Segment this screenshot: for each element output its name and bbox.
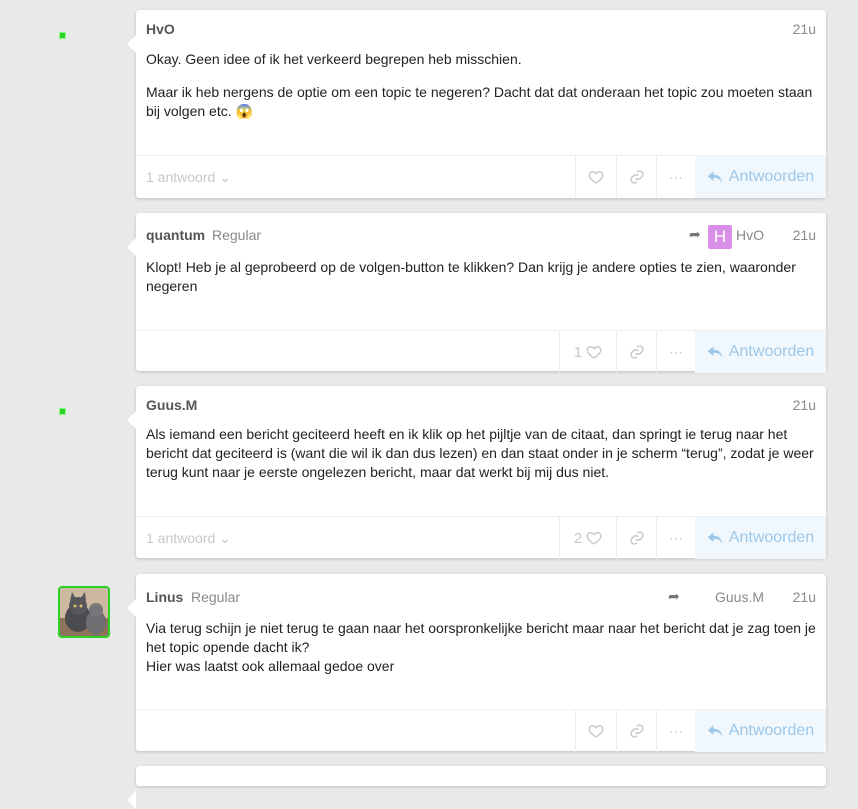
ellipsis-icon: ⋯ [669, 722, 683, 739]
online-indicator [59, 32, 66, 39]
share-arrow-icon: ➦ [668, 588, 680, 604]
reply-to-user[interactable]: Guus.M [715, 589, 764, 605]
replies-toggle[interactable]: 1 antwoord ⌄ [146, 169, 231, 186]
post-actions: 1 antwoord ⌄ 2 ⋯ Antwoorden [136, 516, 826, 559]
user-title: Regular [191, 589, 241, 605]
heart-icon [586, 345, 602, 359]
share-link-button[interactable] [616, 331, 657, 373]
post-paragraph: Via terug schijn je niet terug te gaan n… [146, 620, 816, 655]
like-count[interactable]: 1 [574, 344, 582, 361]
post-username[interactable]: Guus.M [146, 397, 197, 413]
heart-icon [588, 170, 604, 184]
share-link-button[interactable] [616, 156, 657, 198]
post-actions: ⋯ Antwoorden [136, 709, 826, 752]
post-username[interactable]: quantum [146, 227, 205, 243]
post-body: Okay. Geen idee of ik het verkeerd begre… [146, 50, 816, 121]
replies-toggle[interactable]: 1 antwoord ⌄ [146, 530, 231, 547]
like-button[interactable] [575, 156, 616, 198]
post-username[interactable]: Linus [146, 589, 183, 605]
chevron-down-icon: ⌄ [219, 169, 231, 185]
link-icon [630, 170, 644, 184]
post-paragraph: Maar ik heb nergens de optie om een topi… [146, 84, 813, 119]
reply-arrow-icon [707, 725, 722, 737]
more-button[interactable]: ⋯ [656, 710, 695, 752]
post-hvo: HvO 21u Okay. Geen idee of ik het verkee… [127, 10, 826, 198]
post-date[interactable]: 21u [793, 397, 816, 413]
post-body: Via terug schijn je niet terug te gaan n… [146, 619, 816, 676]
post-actions: 1 antwoord ⌄ ⋯ Antwoorden [136, 155, 826, 198]
share-arrow-icon: ➦ [689, 226, 701, 242]
avatar-linus[interactable] [58, 586, 110, 638]
post-body: Als iemand een bericht geciteerd heeft e… [146, 425, 816, 482]
more-button[interactable]: ⋯ [656, 331, 695, 373]
post-username[interactable]: HvO [146, 21, 175, 37]
chevron-down-icon: ⌄ [219, 530, 231, 546]
like-button[interactable]: 1 [559, 331, 616, 373]
post-linus: Linus Regular ➦ Guus.M 21u Via terug sch… [127, 574, 826, 752]
post-paragraph: Okay. Geen idee of ik het verkeerd begre… [146, 51, 522, 67]
post-body: Klopt! Heb je al geprobeerd op de volgen… [146, 258, 816, 296]
post-date[interactable]: 21u [793, 227, 816, 243]
post-next [127, 766, 826, 809]
ellipsis-icon: ⋯ [669, 168, 683, 185]
post-paragraph: Hier was laatst ook allemaal gedoe over [146, 658, 395, 674]
post-actions: 1 ⋯ Antwoorden [136, 330, 826, 373]
user-title: Regular [212, 227, 262, 243]
share-link-button[interactable] [616, 517, 657, 559]
post-date[interactable]: 21u [793, 589, 816, 605]
online-indicator [59, 408, 66, 415]
post-quantum: quantum Regular ➦ H HvO 21u Klopt! Heb j… [127, 213, 826, 373]
link-icon [630, 724, 644, 738]
reply-arrow-icon [707, 532, 722, 544]
reply-to-avatar[interactable]: H [708, 225, 732, 249]
like-count[interactable]: 2 [574, 530, 582, 547]
more-button[interactable]: ⋯ [656, 517, 695, 559]
post-date[interactable]: 21u [793, 21, 816, 37]
reply-button[interactable]: Antwoorden [695, 156, 826, 198]
reply-button[interactable]: Antwoorden [695, 710, 826, 752]
heart-icon [588, 724, 604, 738]
share-link-button[interactable] [616, 710, 657, 752]
reply-arrow-icon [707, 346, 722, 358]
more-button[interactable]: ⋯ [656, 156, 695, 198]
ellipsis-icon: ⋯ [669, 343, 683, 360]
reply-arrow-icon [707, 171, 722, 183]
link-icon [630, 345, 644, 359]
reply-to-user[interactable]: HvO [736, 227, 764, 243]
like-button[interactable]: 2 [559, 517, 616, 559]
like-button[interactable] [575, 710, 616, 752]
post-paragraph: Klopt! Heb je al geprobeerd op de volgen… [146, 259, 796, 294]
ellipsis-icon: ⋯ [669, 529, 683, 546]
heart-icon [586, 531, 602, 545]
reply-button[interactable]: Antwoorden [695, 517, 826, 559]
post-paragraph: Als iemand een bericht geciteerd heeft e… [146, 426, 814, 480]
link-icon [630, 531, 644, 545]
reply-button[interactable]: Antwoorden [695, 331, 826, 373]
post-guus: Guus.M 21u Als iemand een bericht gecite… [127, 386, 826, 559]
